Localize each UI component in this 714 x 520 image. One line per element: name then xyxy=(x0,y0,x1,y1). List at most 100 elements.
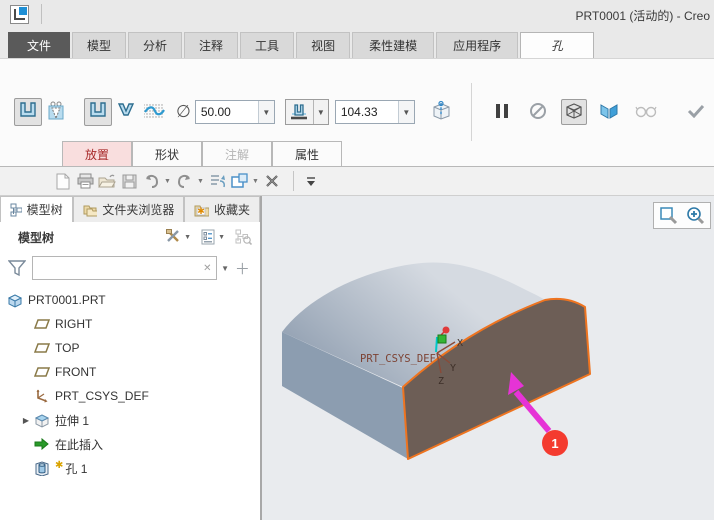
filter-funnel-icon[interactable] xyxy=(8,259,27,278)
window-switch-dropdown[interactable]: ▼ xyxy=(250,178,261,185)
undo-dropdown[interactable]: ▼ xyxy=(162,178,173,185)
tree-tools-dropdown[interactable]: ▼ xyxy=(184,234,191,241)
tree-item-csys[interactable]: PRT_CSYS_DEF xyxy=(0,384,260,408)
favorites-icon: ✱ xyxy=(194,205,209,216)
tree-item-part-root[interactable]: PRT0001.PRT xyxy=(0,288,260,312)
tapered-hole-button[interactable] xyxy=(112,98,140,126)
datum-plane-icon xyxy=(33,364,50,380)
datum-plane-icon xyxy=(33,316,50,332)
csys-label: PRT_CSYS_DEF xyxy=(360,353,436,365)
undo-button[interactable] xyxy=(140,170,162,192)
ribbon-tab-bar: 文件 模型 分析 注释 工具 视图 柔性建模 应用程序 孔 xyxy=(0,28,714,58)
model-tree-icon xyxy=(10,203,22,216)
tab-model-tree[interactable]: 模型树 xyxy=(0,196,73,222)
filter-dropdown[interactable]: ▼ xyxy=(217,264,232,273)
extrude-icon xyxy=(33,412,50,428)
depth-input[interactable] xyxy=(335,101,398,123)
creo-window-icon[interactable] xyxy=(10,5,29,24)
favorites-tab-label: 收藏夹 xyxy=(213,203,250,217)
coordinate-system-icon xyxy=(33,388,50,404)
sketched-hole-button[interactable] xyxy=(140,98,168,126)
redo-dropdown[interactable]: ▼ xyxy=(195,178,206,185)
tree-settings-dropdown[interactable]: ▼ xyxy=(218,234,225,241)
save-button[interactable] xyxy=(118,170,140,192)
navigator-panel: 模型树 文件夹浏览器 ✱ 收藏夹 模型树 ▼ ▼ ✕ ▼ ＋ PRT0001.P… xyxy=(0,196,262,520)
tab-placement[interactable]: 放置 xyxy=(62,141,132,166)
tab-folder-browser[interactable]: 文件夹浏览器 xyxy=(72,196,185,222)
folder-browser-tab-label: 文件夹浏览器 xyxy=(102,203,175,217)
tab-properties[interactable]: 属性 xyxy=(272,141,342,166)
tree-item-extrude-1[interactable]: ▶ 拉伸 1 xyxy=(0,408,260,432)
window-switch-button[interactable] xyxy=(228,170,250,192)
tab-file[interactable]: 文件 xyxy=(8,32,70,58)
print-button[interactable] xyxy=(74,170,96,192)
tab-shape[interactable]: 形状 xyxy=(132,141,202,166)
no-preview-button[interactable] xyxy=(525,99,551,125)
diameter-dropdown[interactable]: ▼ xyxy=(257,101,274,123)
tree-filter-row: ✕ ▼ ＋ xyxy=(0,252,260,284)
tools-icon xyxy=(166,229,179,242)
close-window-button[interactable] xyxy=(261,170,283,192)
datum-plane-icon xyxy=(33,340,50,356)
graphics-viewport[interactable]: X Y Z PRT_CSYS_DEF 1 xyxy=(262,196,714,520)
tab-applications[interactable]: 应用程序 xyxy=(436,32,519,58)
tab-analysis[interactable]: 分析 xyxy=(128,32,183,58)
customize-icon xyxy=(307,176,315,186)
dashboard-tab-bar: 放置 形状 注解 属性 xyxy=(0,141,714,167)
ok-button[interactable] xyxy=(683,99,709,125)
redo-button[interactable] xyxy=(173,170,195,192)
titlebar-divider xyxy=(41,4,42,24)
tab-model[interactable]: 模型 xyxy=(72,32,127,58)
diameter-input[interactable] xyxy=(195,101,258,123)
feature-preview-button[interactable] xyxy=(597,99,623,125)
straight-hole-icon xyxy=(88,101,108,124)
pause-button[interactable] xyxy=(489,99,515,125)
regenerate-button[interactable] xyxy=(206,170,228,192)
tab-annotate[interactable]: 注释 xyxy=(184,32,239,58)
tree-item-right-plane[interactable]: RIGHT xyxy=(0,312,260,336)
tab-note: 注解 xyxy=(202,141,272,166)
simple-hole-button[interactable] xyxy=(14,98,42,126)
tree-filter-input[interactable] xyxy=(33,261,199,275)
insert-here-arrow-icon xyxy=(33,436,50,452)
verify-glasses-button[interactable] xyxy=(633,99,659,125)
open-button[interactable] xyxy=(96,170,118,192)
straight-hole-button[interactable] xyxy=(84,98,112,126)
tree-settings-button[interactable]: ▼ xyxy=(201,229,225,245)
tree-item-top-plane[interactable]: TOP xyxy=(0,336,260,360)
tree-item-label: FRONT xyxy=(55,365,97,379)
tree-item-hole-1[interactable]: ✱ 孔 1 xyxy=(0,456,260,480)
standard-hole-button[interactable] xyxy=(42,98,70,126)
simple-hole-icon xyxy=(18,101,38,124)
filter-clear-icon[interactable]: ✕ xyxy=(198,263,216,274)
regenerate-badge: ✱ xyxy=(55,459,64,471)
filter-add-button[interactable]: ＋ xyxy=(233,258,252,279)
redo-icon xyxy=(177,174,190,188)
new-file-button[interactable] xyxy=(52,170,74,192)
tree-search-icon xyxy=(235,229,252,245)
tab-favorites[interactable]: ✱ 收藏夹 xyxy=(184,196,260,222)
depth-type-icon xyxy=(286,100,313,124)
axis-label-z: Z xyxy=(438,376,444,387)
depth-type-button[interactable]: ▼ xyxy=(284,99,329,125)
part-icon xyxy=(6,292,23,308)
tree-item-front-plane[interactable]: FRONT xyxy=(0,360,260,384)
customize-toolbar-button[interactable] xyxy=(300,170,322,192)
tab-view[interactable]: 视图 xyxy=(296,32,351,58)
undo-icon xyxy=(145,174,158,188)
save-icon xyxy=(122,174,136,188)
geometry-preview-button[interactable] xyxy=(560,99,587,125)
tree-tools-button[interactable]: ▼ xyxy=(165,229,191,245)
dashboard-separator xyxy=(470,83,472,141)
depth-dropdown[interactable]: ▼ xyxy=(397,101,414,123)
depth-type-dropdown[interactable]: ▼ xyxy=(312,100,328,124)
new-file-icon xyxy=(56,173,70,189)
tree-item-insert-here[interactable]: 在此插入 xyxy=(0,432,260,456)
tree-item-label: PRT_CSYS_DEF xyxy=(55,389,149,403)
tab-hole[interactable]: 孔 xyxy=(520,32,595,58)
tab-tools[interactable]: 工具 xyxy=(240,32,295,58)
close-window-icon xyxy=(265,175,278,187)
expand-arrow-icon[interactable]: ▶ xyxy=(19,416,33,425)
tab-flexible-modeling[interactable]: 柔性建模 xyxy=(352,32,435,58)
hole-axis-preview-button[interactable] xyxy=(428,99,454,125)
